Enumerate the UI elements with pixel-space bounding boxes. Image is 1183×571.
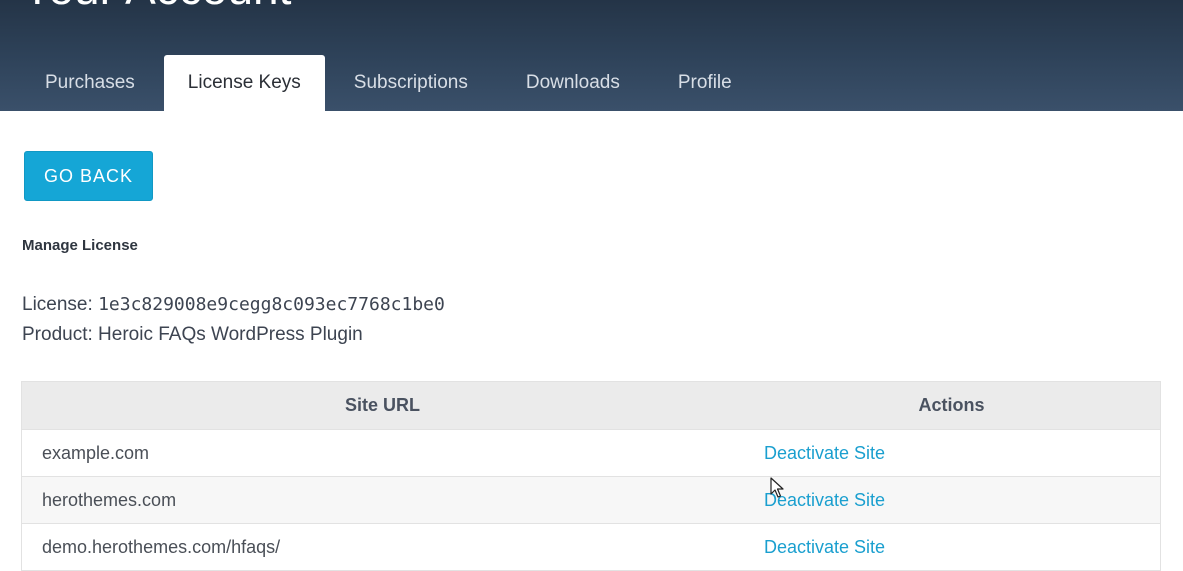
site-url-cell: example.com bbox=[42, 442, 150, 463]
go-back-button[interactable]: GO BACK bbox=[24, 151, 153, 201]
sites-table: Site URL Actions example.com Deactivate … bbox=[21, 381, 1161, 571]
product-name: Heroic FAQs WordPress Plugin bbox=[98, 324, 363, 345]
column-header-site-url: Site URL bbox=[344, 395, 420, 415]
deactivate-site-link[interactable]: Deactivate Site bbox=[764, 537, 885, 558]
license-key: 1e3c829008e9cegg8c093ec7768c1be0 bbox=[98, 294, 445, 315]
table-row: herothemes.com Deactivate Site bbox=[22, 477, 1160, 524]
account-header: Your Account Purchases License Keys Subs… bbox=[0, 0, 1183, 111]
account-tabs: Purchases License Keys Subscriptions Dow… bbox=[16, 55, 761, 111]
deactivate-site-link[interactable]: Deactivate Site bbox=[764, 443, 885, 464]
actions-cell: Deactivate Site bbox=[743, 430, 1160, 476]
license-info: License: 1e3c829008e9cegg8c093ec7768c1be… bbox=[22, 294, 445, 316]
product-info: Product: Heroic FAQs WordPress Plugin bbox=[22, 324, 363, 346]
table-row: demo.herothemes.com/hfaqs/ Deactivate Si… bbox=[22, 524, 1160, 571]
site-url-cell: demo.herothemes.com/hfaqs/ bbox=[42, 536, 281, 557]
column-header-actions: Actions bbox=[918, 395, 985, 415]
tab-purchases[interactable]: Purchases bbox=[16, 55, 164, 111]
license-label: License: bbox=[22, 294, 93, 315]
table-body: example.com Deactivate Site herothemes.c… bbox=[22, 430, 1160, 571]
actions-cell: Deactivate Site bbox=[743, 524, 1160, 570]
tab-license-keys[interactable]: License Keys bbox=[163, 55, 325, 111]
tab-subscriptions[interactable]: Subscriptions bbox=[325, 55, 497, 111]
mouse-cursor-icon bbox=[770, 477, 784, 498]
page-title: Your Account bbox=[22, 0, 291, 14]
actions-cell: Deactivate Site bbox=[743, 477, 1160, 523]
site-url-cell: herothemes.com bbox=[42, 489, 177, 510]
tab-profile[interactable]: Profile bbox=[649, 55, 761, 111]
table-row: example.com Deactivate Site bbox=[22, 430, 1160, 477]
tab-downloads[interactable]: Downloads bbox=[497, 55, 649, 111]
table-header: Site URL Actions bbox=[22, 382, 1160, 430]
section-title: Manage License bbox=[22, 237, 138, 254]
product-label: Product: bbox=[22, 324, 93, 345]
